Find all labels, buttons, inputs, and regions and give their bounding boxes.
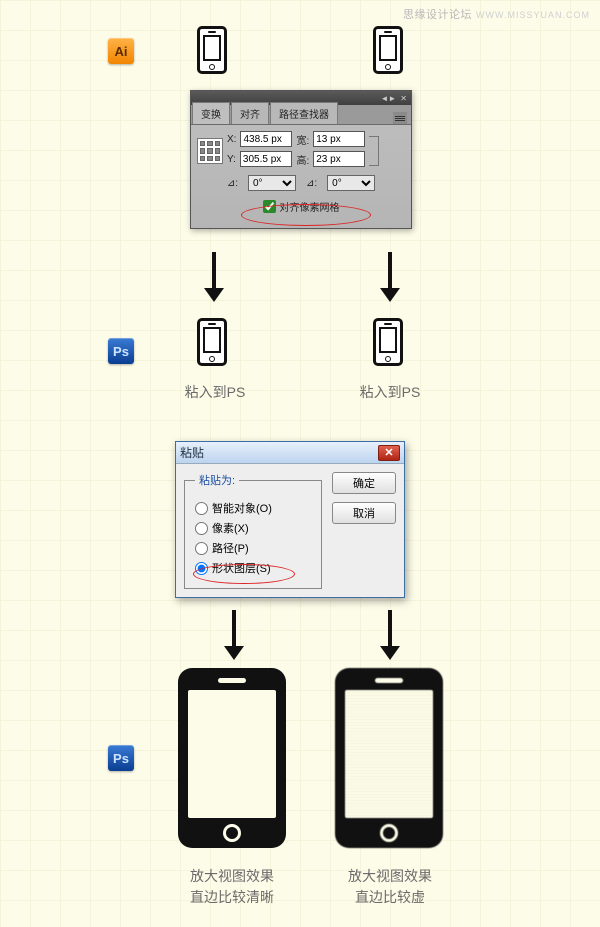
caption-paste-left: 粘入到PS: [145, 382, 285, 403]
watermark: 思缘设计论坛WWW.MISSYUAN.COM: [403, 6, 590, 22]
arrow-down-icon: [224, 610, 244, 660]
opt-smartobject[interactable]: 智能对象(O): [195, 500, 311, 516]
ps-app-icon: Ps: [108, 745, 134, 771]
close-icon[interactable]: ✕: [400, 94, 407, 103]
transform-panel: ◄► ✕ 变换 对齐 路径查找器 X: Y: 宽: 高: ⊿: 0° ⊿: 0°: [190, 90, 412, 229]
tab-transform[interactable]: 变换: [192, 102, 230, 124]
caption-bottom-left: 放大视图效果 直边比较清晰: [162, 866, 302, 908]
y-input[interactable]: [240, 151, 292, 167]
arrow-down-icon: [204, 252, 224, 302]
paste-dialog: 粘贴 ✕ 粘贴为: 智能对象(O) 像素(X) 路径(P) 形状图层(S) 确定…: [175, 441, 405, 598]
phone-icon: [197, 318, 227, 366]
align-pixel-grid-label: 对齐像素网格: [280, 199, 340, 214]
w-input[interactable]: [313, 131, 365, 147]
phone-icon: [197, 26, 227, 74]
angle-label: ⊿:: [227, 178, 238, 189]
phone-icon: [373, 318, 403, 366]
paste-as-group: 粘贴为: 智能对象(O) 像素(X) 路径(P) 形状图层(S): [184, 472, 322, 589]
ai-app-icon: Ai: [108, 38, 134, 64]
phone-blurry: [335, 668, 443, 848]
ok-button[interactable]: 确定: [332, 472, 396, 494]
y-label: Y:: [227, 154, 236, 165]
x-label: X:: [227, 134, 236, 145]
opt-path[interactable]: 路径(P): [195, 540, 311, 556]
arrow-down-icon: [380, 252, 400, 302]
dialog-title: 粘贴: [180, 444, 378, 461]
w-label: 宽:: [296, 132, 309, 147]
h-input[interactable]: [313, 151, 365, 167]
arrow-down-icon: [380, 610, 400, 660]
shear-label: ⊿:: [306, 178, 317, 189]
link-wh-icon[interactable]: [369, 136, 379, 166]
panel-menu-icon[interactable]: [393, 112, 407, 124]
shear-select[interactable]: 0°: [327, 175, 375, 191]
angle-select[interactable]: 0°: [248, 175, 296, 191]
tab-pathfinder[interactable]: 路径查找器: [270, 102, 338, 124]
caption-bottom-right: 放大视图效果 直边比较虚: [320, 866, 460, 908]
x-input[interactable]: [240, 131, 292, 147]
tab-align[interactable]: 对齐: [231, 102, 269, 124]
phone-icon: [373, 26, 403, 74]
paste-as-legend: 粘贴为:: [195, 472, 239, 488]
caption-paste-right: 粘入到PS: [320, 382, 460, 403]
opt-pixels[interactable]: 像素(X): [195, 520, 311, 536]
close-button[interactable]: ✕: [378, 445, 400, 461]
reference-point[interactable]: [197, 138, 223, 164]
ps-app-icon: Ps: [108, 338, 134, 364]
dialog-titlebar: 粘贴 ✕: [176, 442, 404, 464]
opt-shapelayer[interactable]: 形状图层(S): [195, 560, 311, 576]
collapse-icon[interactable]: ◄►: [380, 94, 396, 103]
cancel-button[interactable]: 取消: [332, 502, 396, 524]
phone-crisp: [178, 668, 286, 848]
panel-tabs: 变换 对齐 路径查找器: [191, 105, 411, 125]
h-label: 高:: [296, 152, 309, 167]
align-pixel-grid-checkbox[interactable]: [263, 200, 276, 213]
